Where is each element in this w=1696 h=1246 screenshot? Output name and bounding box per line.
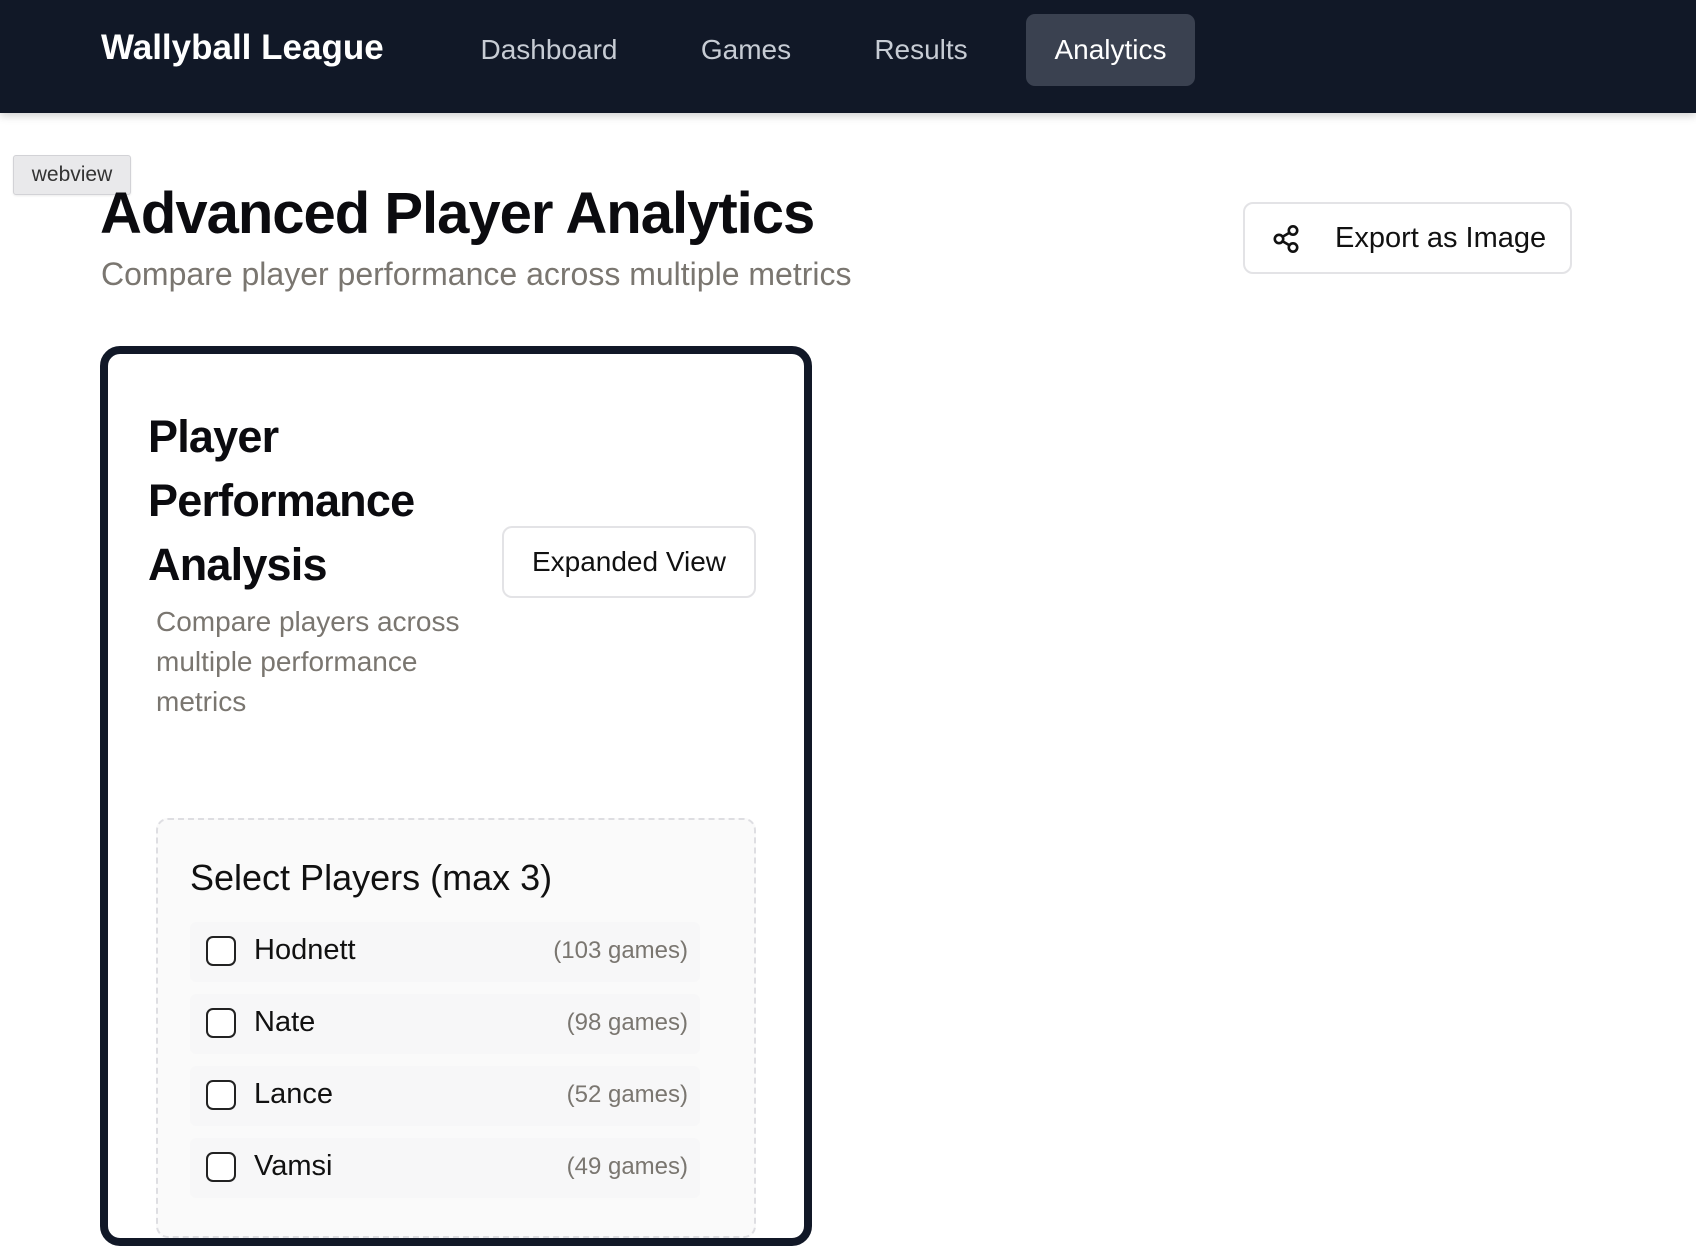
nav-results[interactable]: Results [850, 14, 992, 86]
player-games-count: (52 games) [566, 1081, 688, 1108]
nav-games[interactable]: Games [670, 14, 822, 86]
expanded-view-button[interactable]: Expanded View [502, 526, 756, 598]
export-button-label: Export as Image [1335, 222, 1547, 254]
player-checkbox[interactable] [206, 1008, 236, 1038]
player-option-lance[interactable]: Lance (52 games) [190, 1066, 700, 1126]
share-icon [1273, 225, 1299, 253]
select-players-heading: Select Players (max 3) [190, 857, 553, 898]
player-games-count: (98 games) [566, 1009, 688, 1036]
card-description: Compare players across multiple performa… [156, 606, 460, 717]
player-option-nate[interactable]: Nate (98 games) [190, 994, 700, 1054]
top-navigation-bar: Wallyball League Dashboard Games Results… [0, 0, 1696, 113]
nav-analytics[interactable]: Analytics [1026, 14, 1195, 86]
player-name: Nate [254, 1006, 316, 1038]
player-option-vamsi[interactable]: Vamsi (49 games) [190, 1138, 700, 1198]
player-option-hodnett[interactable]: Hodnett (103 games) [190, 922, 700, 982]
player-checkbox[interactable] [206, 1080, 236, 1110]
player-games-count: (49 games) [566, 1153, 688, 1180]
page-subtitle: Compare player performance across multip… [101, 256, 852, 292]
player-checkbox[interactable] [206, 936, 236, 966]
player-games-count: (103 games) [553, 937, 688, 964]
player-name: Vamsi [254, 1150, 333, 1182]
nav-dashboard[interactable]: Dashboard [461, 14, 637, 86]
player-checkbox[interactable] [206, 1152, 236, 1182]
page-title: Advanced Player Analytics [100, 181, 815, 246]
player-name: Lance [254, 1078, 334, 1110]
player-name: Hodnett [254, 934, 356, 966]
export-as-image-button[interactable]: Export as Image [1243, 202, 1572, 274]
brand-title[interactable]: Wallyball League [101, 28, 384, 68]
card-title: Player Performance Analysis [148, 411, 415, 590]
